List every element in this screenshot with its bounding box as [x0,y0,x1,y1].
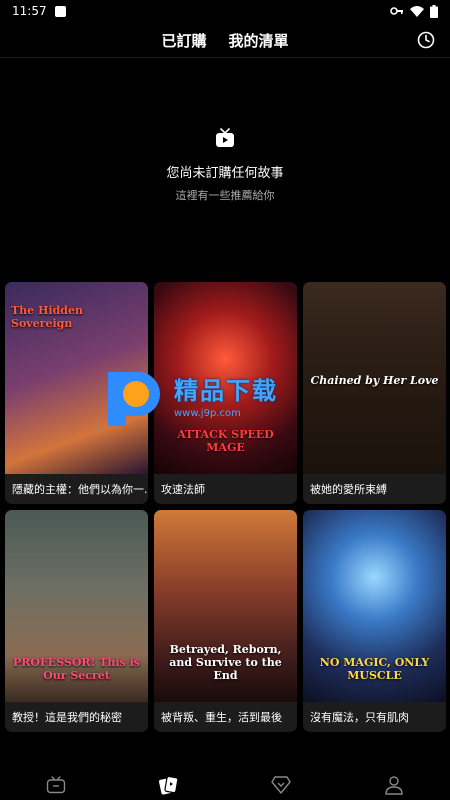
tab-my-list[interactable]: 我的清單 [229,30,289,51]
nav-profile[interactable] [382,773,406,797]
story-cover: NO MAGIC, ONLY MUSCLE [303,510,446,702]
story-card[interactable]: Betrayed, Reborn, and Survive to the End… [154,510,297,732]
story-cover: PROFESSOR! This is Our Secret [5,510,148,702]
story-cover: Chained by Her Love [303,282,446,474]
cover-text: Chained by Her Love [310,374,439,387]
notification-icon [54,5,66,17]
story-card[interactable]: PROFESSOR! This is Our Secret 教授！這是我們的秘密 [5,510,148,732]
nav-library[interactable] [157,773,181,797]
status-time: 11:57 [12,4,47,18]
story-title: 被她的愛所束縛 [310,483,387,496]
battery-icon [430,4,438,18]
wifi-icon [410,5,424,17]
empty-state: 您尚未訂購任何故事 這裡有一些推薦給你 [0,128,450,203]
story-title: 隱藏的主權：他們以為你一... [12,483,148,496]
empty-subtitle: 這裡有一些推薦給你 [175,189,275,202]
empty-title: 您尚未訂購任何故事 [166,166,284,181]
nav-home[interactable] [44,773,68,797]
top-bar: 已訂購 我的清單 [0,24,450,56]
story-title: 教授！這是我們的秘密 [12,711,122,724]
user-icon [385,776,403,795]
cover-text: The Hidden Sovereign [11,304,83,330]
story-title: 沒有魔法，只有肌肉 [310,711,409,724]
tv-outline-icon [47,776,66,794]
story-title: 被背叛、重生，活到最後 [161,711,282,724]
header-divider [0,57,450,58]
recommendation-grid: The Hidden Sovereign 隱藏的主權：他們以為你一... ATT… [5,282,446,732]
cover-text: Betrayed, Reborn, and Survive to the End [169,643,282,682]
tv-icon [216,128,234,147]
story-card[interactable]: ATTACK SPEED MAGE 攻速法師 [154,282,297,504]
diamond-icon [271,776,291,794]
story-cover: The Hidden Sovereign [5,282,148,474]
tab-bar: 已訂購 我的清單 [0,24,450,56]
cover-text: NO MAGIC, ONLY MUSCLE [319,656,430,682]
cover-text: ATTACK SPEED MAGE [177,428,274,454]
story-cover: ATTACK SPEED MAGE [154,282,297,474]
cards-icon [158,775,179,795]
key-icon [390,7,403,15]
nav-rewards[interactable] [269,773,293,797]
story-card[interactable]: The Hidden Sovereign 隱藏的主權：他們以為你一... [5,282,148,504]
story-card[interactable]: Chained by Her Love 被她的愛所束縛 [303,282,446,504]
history-button[interactable] [414,28,438,52]
tab-subscribed[interactable]: 已訂購 [161,30,206,51]
cover-text: PROFESSOR! This is Our Secret [13,656,140,682]
bottom-nav [0,770,450,800]
story-cover: Betrayed, Reborn, and Survive to the End [154,510,297,702]
story-title: 攻速法師 [161,483,205,496]
clock-icon [417,31,435,49]
story-card[interactable]: NO MAGIC, ONLY MUSCLE 沒有魔法，只有肌肉 [303,510,446,732]
status-bar: 11:57 [0,0,450,22]
